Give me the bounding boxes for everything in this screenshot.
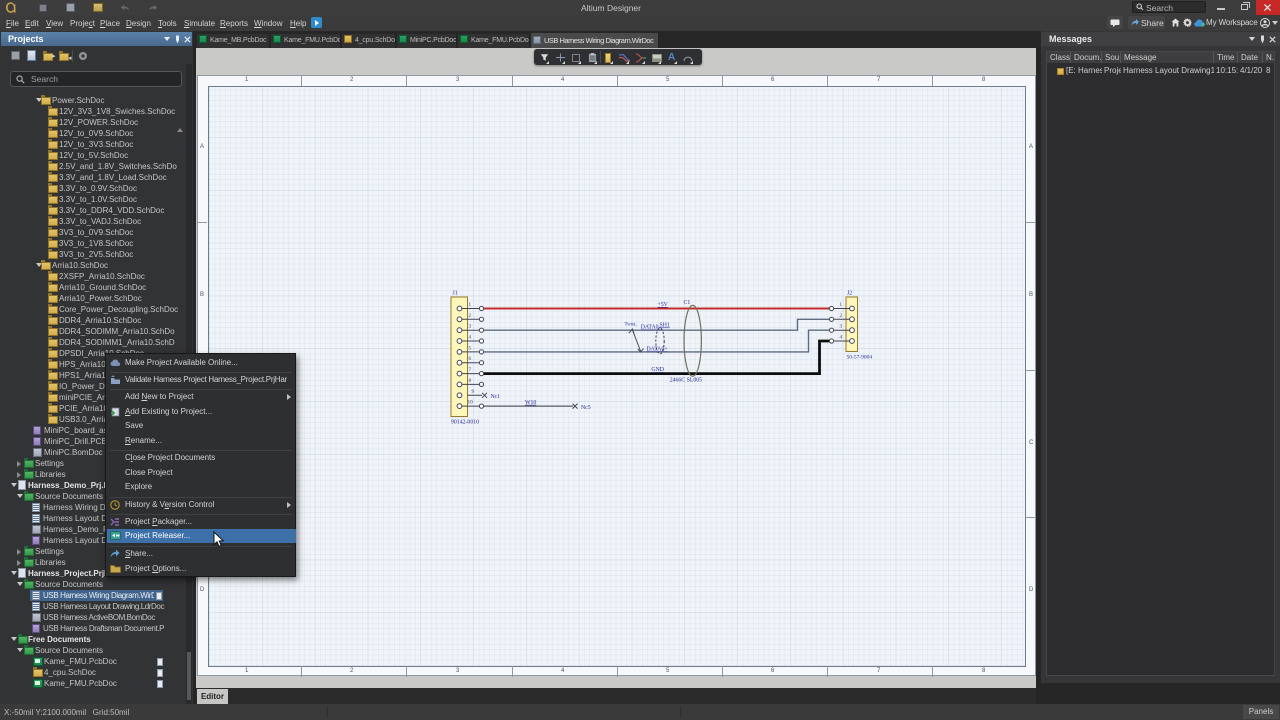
svg-text:Nc5: Nc5 [581,405,591,411]
svg-text:90142-0010: 90142-0010 [451,420,479,426]
svg-text:10: 10 [468,400,474,406]
svg-text:DATA0-: DATA0- [641,325,661,331]
svg-text:C1: C1 [684,300,691,306]
svg-text:+5V: +5V [658,302,669,308]
svg-text:3: 3 [840,324,843,330]
svg-text:4: 4 [840,335,843,341]
svg-text:2466C SL005: 2466C SL005 [670,378,702,384]
svg-text:J2: J2 [847,291,852,297]
svg-text:2: 2 [840,313,843,319]
svg-text:1: 1 [840,302,843,308]
svg-text:1: 1 [469,302,472,308]
svg-text:4: 4 [469,335,472,341]
svg-text:3: 3 [469,324,472,330]
svg-text:50-57-9004: 50-57-9004 [847,355,873,361]
svg-text:9: 9 [472,389,475,395]
svg-text:6: 6 [469,356,472,362]
svg-text:W10: W10 [525,400,536,406]
svg-text:8: 8 [469,378,472,384]
svg-text:7: 7 [469,367,472,373]
svg-text:DATA0+: DATA0+ [647,347,668,353]
svg-text:2: 2 [469,313,472,319]
svg-text:Nc1: Nc1 [491,394,501,400]
svg-text:GND: GND [651,367,664,373]
svg-text:J1: J1 [453,291,458,297]
svg-text:5: 5 [469,345,472,351]
svg-text:SH1: SH1 [660,323,670,329]
svg-text:Twist..: Twist.. [625,323,638,328]
